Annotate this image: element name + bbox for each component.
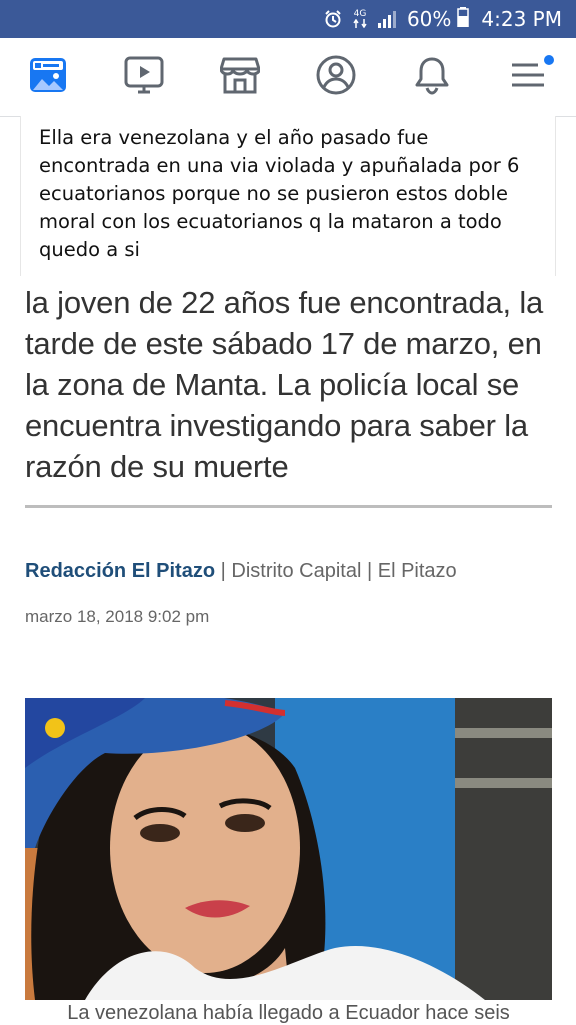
byline-separator: | (361, 560, 378, 582)
status-icons: 4G (323, 9, 397, 29)
facebook-nav-bar (0, 38, 576, 117)
overlay-comment: Ella era venezolana y el año pasado fue … (20, 116, 556, 276)
hamburger-menu-icon (509, 57, 547, 98)
profile-icon (316, 55, 356, 100)
nav-profile[interactable] (308, 49, 364, 105)
source-link[interactable]: El Pitazo (378, 560, 457, 582)
photo-caption: La venezolana había llegado a Ecuador ha… (67, 1002, 510, 1024)
divider (25, 505, 552, 508)
new-indicator-dot (544, 55, 554, 65)
byline: Redacción El Pitazo | Distrito Capital |… (25, 560, 555, 583)
data-arrows-icon: 4G (353, 10, 367, 28)
author-link[interactable]: Redacción El Pitazo (25, 560, 215, 582)
news-feed-icon (29, 57, 67, 98)
nav-news-feed[interactable] (20, 49, 76, 105)
byline-separator: | (215, 560, 232, 582)
nav-watch[interactable] (116, 49, 172, 105)
bell-icon (413, 55, 451, 100)
article-excerpt: la joven de 22 años fue encontrada, la t… (25, 285, 544, 484)
signal-icon (377, 10, 397, 28)
nav-menu[interactable] (500, 49, 556, 105)
clock: 4:23 PM (481, 7, 562, 31)
publish-date: marzo 18, 2018 9:02 pm (25, 607, 210, 626)
section-link[interactable]: Distrito Capital (231, 560, 361, 582)
nav-marketplace[interactable] (212, 49, 268, 105)
battery-icon (457, 6, 470, 32)
video-icon (124, 56, 164, 99)
battery-percent: 60% (406, 7, 452, 31)
nav-notifications[interactable] (404, 49, 460, 105)
network-type-label: 4G (353, 9, 367, 19)
store-icon (219, 56, 261, 99)
alarm-icon (323, 9, 343, 29)
status-bar: 4G 60% 4:23 PM (0, 0, 576, 38)
article-photo (25, 698, 552, 1000)
